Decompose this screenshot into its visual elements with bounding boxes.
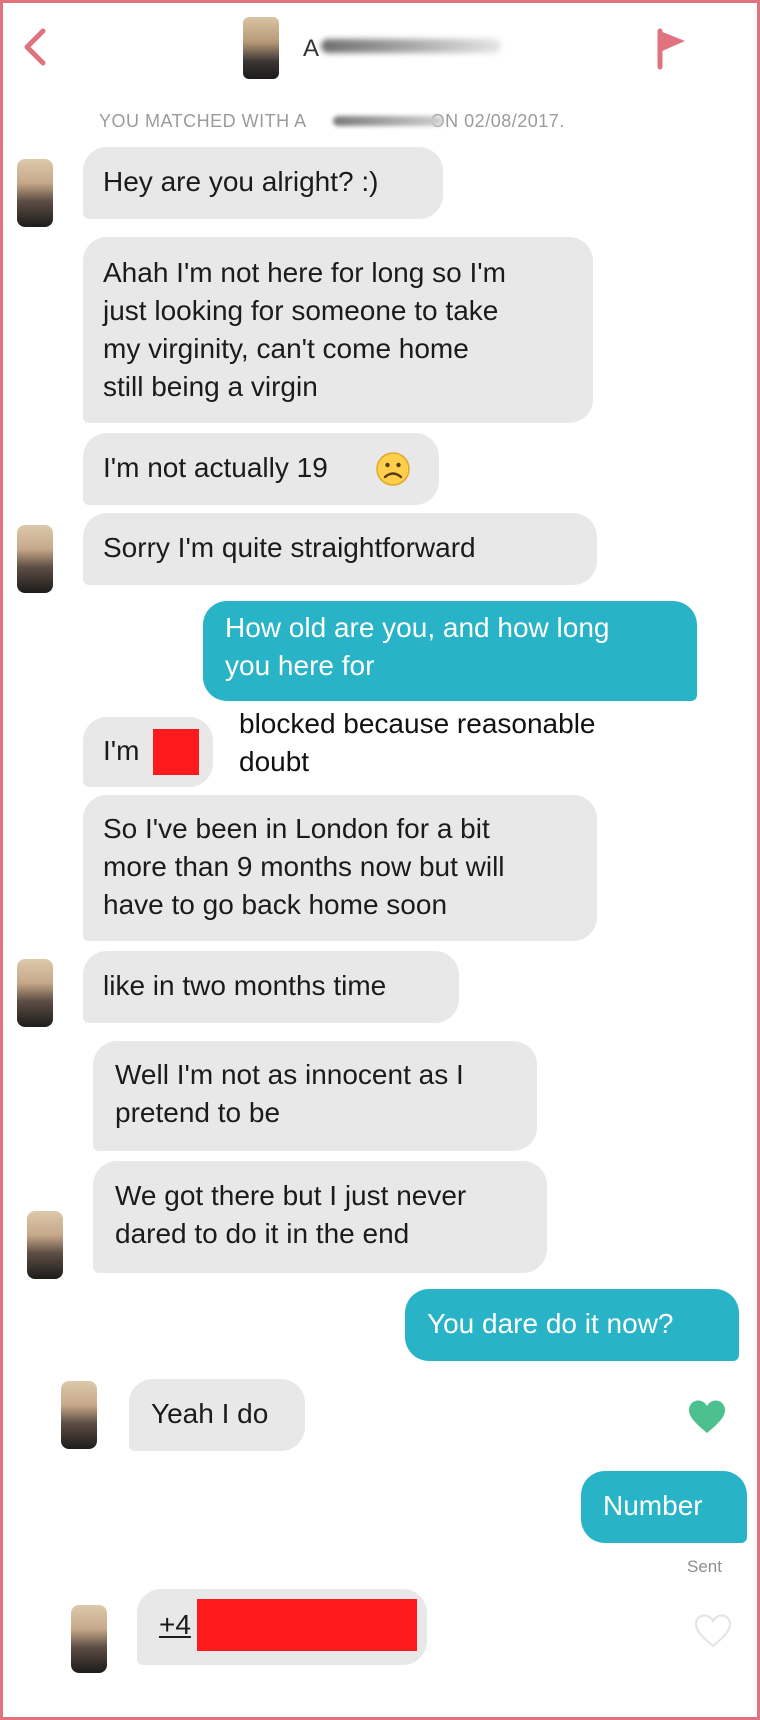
match-name[interactable]: A	[303, 35, 319, 63]
flag-icon[interactable]	[651, 23, 691, 71]
message-text: You dare do it now?	[427, 1308, 674, 1339]
message-bubble: Hey are you alright? :)	[83, 147, 443, 219]
message-bubble: So I've been in London for a bit more th…	[83, 795, 597, 941]
message-bubble: Well I'm not as innocent as I pretend to…	[93, 1041, 537, 1151]
outgoing-message-bubble: How old are you, and how long you here f…	[203, 601, 697, 701]
message-text: I'm	[103, 735, 140, 766]
avatar[interactable]	[71, 1605, 107, 1673]
name-blur-overlay	[321, 39, 501, 53]
message-text: Yeah I do	[151, 1398, 269, 1429]
message-bubble: +4	[137, 1589, 427, 1665]
message-bubble: Ahah I'm not here for long so I'm just l…	[83, 237, 593, 423]
message-text: Ahah I'm not here for long so I'm just l…	[103, 257, 506, 402]
message-bubble: like in two months time	[83, 951, 459, 1023]
avatar[interactable]	[17, 959, 53, 1027]
message-bubble: I'm not actually 19	[83, 433, 439, 505]
avatar[interactable]	[17, 159, 53, 227]
outgoing-message-bubble: Number	[581, 1471, 747, 1543]
avatar[interactable]	[27, 1211, 63, 1279]
heart-outline-icon[interactable]	[693, 1613, 733, 1649]
message-text: I'm not actually 19	[103, 452, 328, 483]
redaction-box	[197, 1599, 417, 1651]
heart-filled-icon[interactable]	[687, 1399, 727, 1435]
name-blur-overlay	[333, 116, 443, 126]
message-text: Hey are you alright? :)	[103, 166, 379, 197]
message-text: like in two months time	[103, 970, 387, 1001]
message-bubble: Sorry I'm quite straightforward	[83, 513, 597, 585]
outgoing-message-bubble: You dare do it now?	[405, 1289, 739, 1361]
avatar[interactable]	[61, 1381, 97, 1449]
chevron-left-icon[interactable]	[15, 23, 55, 71]
message-text: Sorry I'm quite straightforward	[103, 532, 476, 563]
message-bubble: Yeah I do	[129, 1379, 305, 1451]
message-text: We got there but I just never dared to d…	[115, 1180, 467, 1249]
match-banner-date: ON 02/08/2017.	[430, 111, 565, 131]
message-text: So I've been in London for a bit more th…	[103, 813, 505, 920]
message-bubble: We got there but I just never dared to d…	[93, 1161, 547, 1273]
redaction-box	[153, 729, 199, 775]
message-text: Well I'm not as innocent as I pretend to…	[115, 1059, 464, 1128]
message-text: Number	[603, 1490, 703, 1521]
frowning-face-icon	[376, 452, 410, 486]
message-text: How old are you, and how long you here f…	[225, 612, 610, 681]
chat-screen: A YOU MATCHED WITH A ON 02/08/2017. Hey a…	[0, 0, 760, 1720]
message-bubble: I'm	[83, 717, 213, 787]
annotation-text: blocked because reasonable doubt	[239, 708, 596, 777]
sent-status: Sent	[687, 1557, 722, 1576]
match-banner: YOU MATCHED WITH A ON 02/08/2017.	[99, 111, 565, 132]
match-banner-prefix: YOU MATCHED WITH A	[99, 111, 307, 131]
avatar[interactable]	[17, 525, 53, 593]
phone-number-link[interactable]: +4	[159, 1609, 191, 1640]
avatar[interactable]	[243, 17, 279, 79]
